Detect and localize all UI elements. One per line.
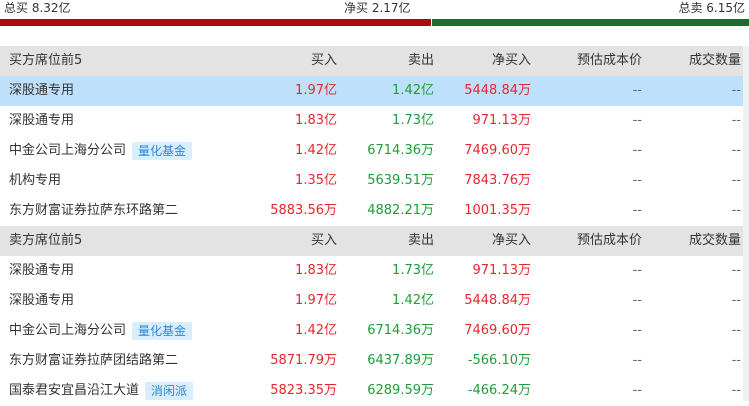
table-row[interactable]: 机构专用 1.35亿 5639.51万 7843.76万 -- --	[0, 166, 749, 196]
cost-value: --	[632, 143, 642, 158]
table-row[interactable]: 中金公司上海分公司 量化基金 1.42亿 6714.36万 7469.60万 --…	[0, 136, 749, 166]
table-row[interactable]: 东方财富证券拉萨团结路第二 5871.79万 6437.89万 -566.10万…	[0, 346, 749, 376]
net-value: -566.10万	[467, 353, 531, 368]
summary-bar: 总买 8.32亿 净买 2.17亿 总卖 6.15亿	[0, 0, 749, 26]
vertical-scrollbar[interactable]	[743, 46, 749, 401]
net-buy-label: 净买 2.17亿	[344, 1, 411, 15]
seat-name: 国泰君安宜昌沿江大道 消闲派	[9, 376, 194, 406]
header-qty: 成交数量	[688, 233, 741, 248]
net-value: 7469.60万	[464, 323, 531, 338]
buy-value: 5871.79万	[270, 353, 337, 368]
cost-value: --	[632, 263, 642, 278]
seat-tag-badge[interactable]: 量化基金	[132, 141, 193, 160]
qty-value: --	[731, 293, 741, 308]
seat-name: 中金公司上海分公司 量化基金	[9, 136, 193, 166]
sell-ratio-bar	[432, 19, 749, 26]
seat-name: 深股通专用	[9, 113, 75, 128]
total-buy-label: 总买 8.32亿	[4, 1, 71, 15]
sell-value: 6437.89万	[367, 353, 434, 368]
sell-value: 1.73亿	[392, 263, 434, 278]
cost-value: --	[632, 83, 642, 98]
header-sell: 卖出	[407, 233, 434, 248]
table-row[interactable]: 深股通专用 1.83亿 1.73亿 971.13万 -- --	[0, 256, 749, 286]
sell-table-header: 卖方席位前5 买入 卖出 净买入 预估成本价 成交数量	[0, 226, 749, 256]
qty-value: --	[731, 83, 741, 98]
header-seat: 买方席位前5	[9, 53, 83, 68]
net-value: 7843.76万	[464, 173, 531, 188]
cost-value: --	[632, 353, 642, 368]
buy-value: 1.97亿	[295, 83, 337, 98]
buy-table-header: 买方席位前5 买入 卖出 净买入 预估成本价 成交数量	[0, 46, 749, 76]
table-row[interactable]: 国泰君安宜昌沿江大道 消闲派 5823.35万 6289.59万 -466.24万…	[0, 376, 749, 406]
sell-value: 5639.51万	[367, 173, 434, 188]
net-value: 5448.84万	[464, 83, 531, 98]
net-value: 1001.35万	[464, 203, 531, 218]
buy-value: 1.42亿	[295, 323, 337, 338]
net-value: 7469.60万	[464, 143, 531, 158]
seat-name: 东方财富证券拉萨东环路第二	[9, 203, 179, 218]
cost-value: --	[632, 173, 642, 188]
cost-value: --	[632, 203, 642, 218]
sell-value: 6714.36万	[367, 323, 434, 338]
sell-value: 1.42亿	[392, 83, 434, 98]
buy-value: 1.35亿	[295, 173, 337, 188]
buy-value: 5883.56万	[270, 203, 337, 218]
qty-value: --	[731, 113, 741, 128]
qty-value: --	[731, 323, 741, 338]
buy-value: 1.83亿	[295, 263, 337, 278]
table-row[interactable]: 深股通专用 1.83亿 1.73亿 971.13万 -- --	[0, 106, 749, 136]
header-cost: 预估成本价	[576, 233, 642, 248]
total-sell-label: 总卖 6.15亿	[678, 1, 745, 15]
seat-name: 深股通专用	[9, 263, 75, 278]
header-buy: 买入	[310, 53, 337, 68]
seat-name: 机构专用	[9, 173, 62, 188]
header-sell: 卖出	[407, 53, 434, 68]
seat-name: 东方财富证券拉萨团结路第二	[9, 353, 179, 368]
qty-value: --	[731, 173, 741, 188]
cost-value: --	[632, 113, 642, 128]
table-row[interactable]: 中金公司上海分公司 量化基金 1.42亿 6714.36万 7469.60万 --…	[0, 316, 749, 346]
cost-value: --	[632, 293, 642, 308]
qty-value: --	[731, 263, 741, 278]
seat-tag-badge[interactable]: 量化基金	[132, 321, 193, 340]
header-qty: 成交数量	[688, 53, 741, 68]
seat-name: 深股通专用	[9, 83, 75, 98]
buy-value: 5823.35万	[270, 383, 337, 398]
cost-value: --	[632, 323, 642, 338]
header-net: 净买入	[491, 233, 531, 248]
header-net: 净买入	[491, 53, 531, 68]
net-value: 971.13万	[472, 113, 532, 128]
header-buy: 买入	[310, 233, 337, 248]
buy-value: 1.97亿	[295, 293, 337, 308]
net-value: 971.13万	[472, 263, 532, 278]
header-cost: 预估成本价	[576, 53, 642, 68]
table-row[interactable]: 深股通专用 1.97亿 1.42亿 5448.84万 -- --	[0, 286, 749, 316]
buy-value: 1.83亿	[295, 113, 337, 128]
net-value: -466.24万	[467, 383, 531, 398]
seat-name: 深股通专用	[9, 293, 75, 308]
qty-value: --	[731, 143, 741, 158]
sell-value: 6289.59万	[367, 383, 434, 398]
cost-value: --	[632, 383, 642, 398]
sell-value: 1.73亿	[392, 113, 434, 128]
table-row[interactable]: 深股通专用 1.97亿 1.42亿 5448.84万 -- --	[0, 76, 749, 106]
qty-value: --	[731, 353, 741, 368]
sell-value: 1.42亿	[392, 293, 434, 308]
seat-tag-badge[interactable]: 消闲派	[145, 381, 194, 400]
sell-value: 6714.36万	[367, 143, 434, 158]
header-seat: 卖方席位前5	[9, 233, 83, 248]
seat-name: 中金公司上海分公司 量化基金	[9, 316, 193, 346]
table-row[interactable]: 东方财富证券拉萨东环路第二 5883.56万 4882.21万 1001.35万…	[0, 196, 749, 226]
net-value: 5448.84万	[464, 293, 531, 308]
sell-value: 4882.21万	[367, 203, 434, 218]
buy-value: 1.42亿	[295, 143, 337, 158]
qty-value: --	[731, 383, 741, 398]
qty-value: --	[731, 203, 741, 218]
buy-ratio-bar	[0, 19, 431, 26]
